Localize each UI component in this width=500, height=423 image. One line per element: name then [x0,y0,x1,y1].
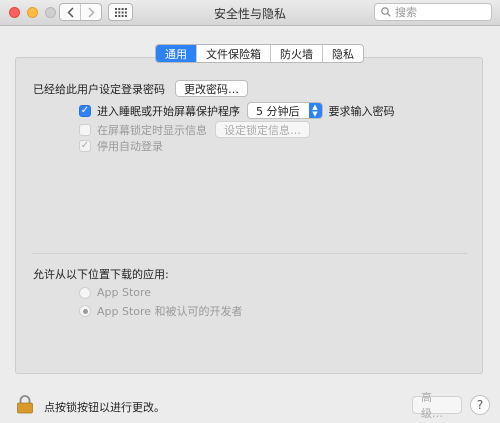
radio-appstore-label: App Store [97,286,152,299]
require-password-row: ✓ 进入睡眠或开始屏幕保护程序 5 分钟后 ▲ ▼ 要求输入密码 [79,102,395,119]
window-title: 安全性与隐私 [213,7,286,21]
search-icon [381,7,391,17]
radio-identified-label: App Store 和被认可的开发者 [97,305,243,318]
require-password-checkbox[interactable]: ✓ [79,104,91,117]
advanced-button[interactable]: 高级… [412,391,462,420]
tab-filevault[interactable]: 文件保险箱 [196,45,270,62]
tab-firewall[interactable]: 防火墙 [270,45,322,62]
require-password-label: 进入睡眠或开始屏幕保护程序 [97,104,240,118]
updown-arrows-icon: ▲ ▼ [308,103,322,118]
back-button[interactable] [60,4,80,20]
section-divider [32,253,467,254]
download-option-appstore: App Store [79,286,151,299]
password-delay-select[interactable]: 5 分钟后 ▲ ▼ [247,102,323,119]
tab-privacy[interactable]: 隐私 [322,45,363,62]
help-button[interactable]: ? [470,395,490,415]
download-option-identified: App Store 和被认可的开发者 [79,303,243,319]
nav-back-forward [59,3,102,21]
lock-message-checkbox[interactable] [79,123,91,136]
disable-autologin-checkbox[interactable]: ✓ [79,140,91,152]
tab-general[interactable]: 通用 [156,45,196,62]
disable-autologin-row: ✓ 停用自动登录 [79,138,163,154]
forward-button[interactable] [80,4,101,20]
require-password-suffix: 要求输入密码 [328,104,395,118]
downloads-heading: 允许从以下位置下载的应用: [33,268,169,281]
search-placeholder: 搜索 [395,6,417,19]
minimize-window-button[interactable] [27,7,38,18]
radio-appstore[interactable] [79,286,91,299]
lock-icon[interactable] [15,394,35,414]
grid-icon [114,7,127,17]
lock-hint-text: 点按锁按钮以进行更改。 [44,401,165,414]
lock-message-row: 在屏幕锁定时显示信息 设定锁定信息… [79,121,310,138]
title-bar: 安全性与隐私 搜索 [0,0,500,26]
change-password-button[interactable]: 更改密码… [175,80,248,97]
radio-identified-developers[interactable] [79,305,91,317]
chevron-right-icon [87,6,95,18]
search-field[interactable]: 搜索 [374,3,492,21]
disable-autologin-label: 停用自动登录 [97,140,163,153]
password-label: 已经给此用户设定登录密码 [33,82,165,96]
tab-bar: 通用 文件保险箱 防火墙 隐私 [155,44,364,63]
close-window-button[interactable] [9,7,20,18]
set-lock-message-button[interactable]: 设定锁定信息… [215,121,310,138]
password-delay-value: 5 分钟后 [256,104,300,118]
show-all-button[interactable] [108,3,133,21]
zoom-window-button[interactable] [45,7,56,18]
chevron-left-icon [66,6,74,18]
password-row: 已经给此用户设定登录密码 更改密码… [33,80,248,97]
lock-message-label: 在屏幕锁定时显示信息 [97,123,207,137]
